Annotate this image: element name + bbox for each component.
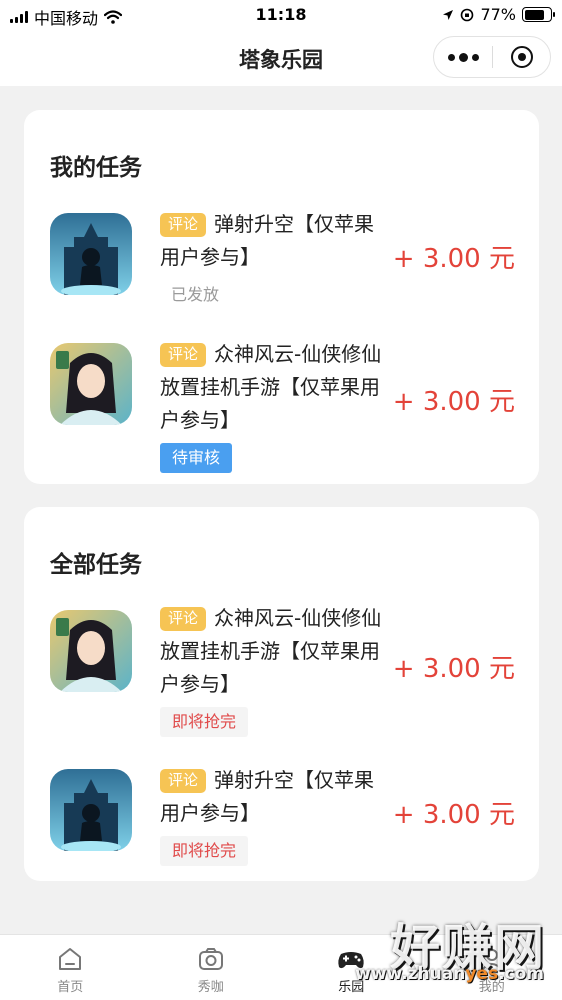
all-tasks-card: 全部任务 评论 众神风云-仙侠修仙放置挂机手游【仅苹果用户参与】 即将抢完 + 3… [24, 507, 539, 881]
comment-tag: 评论 [160, 343, 207, 367]
nav-bar: 塔象乐园 [0, 30, 562, 86]
status-bar: 中国移动 11:18 77% [0, 0, 562, 30]
game-icon-heroine [50, 343, 132, 425]
game-icon-castle [50, 213, 132, 295]
reward-amount: + 3.00 元 [392, 244, 515, 274]
tab-label: 首页 [57, 980, 84, 995]
tab-home[interactable]: 首页 [0, 935, 141, 1000]
status-almost-gone: 即将抢完 [160, 707, 249, 737]
status-issued: 已发放 [171, 285, 220, 304]
battery-icon [522, 7, 555, 22]
task-name: 评论 众神风云-仙侠修仙放置挂机手游【仅苹果用户参与】 [160, 338, 390, 437]
location-arrow-icon [443, 9, 454, 20]
battery-percent: 77% [480, 5, 516, 24]
reward-amount: + 3.00 元 [392, 654, 515, 684]
reward-amount: + 3.00 元 [392, 800, 515, 830]
home-icon [57, 945, 83, 973]
my-tasks-card: 我的任务 评论 弹射升空【仅苹果用户参与】 已发放 + 3.00 元 评论 众神… [24, 110, 539, 484]
task-body: 评论 弹射升空【仅苹果用户参与】 即将抢完 [160, 764, 390, 866]
task-body: 评论 众神风云-仙侠修仙放置挂机手游【仅苹果用户参与】 待审核 [160, 338, 390, 473]
watermark: 好赚网 www.zhuanyes.com [322, 900, 552, 995]
status-pending-review: 待审核 [160, 443, 233, 473]
task-item[interactable]: 评论 众神风云-仙侠修仙放置挂机手游【仅苹果用户参与】 即将抢完 + 3.00 元 [50, 602, 515, 737]
task-item[interactable]: 评论 弹射升空【仅苹果用户参与】 即将抢完 + 3.00 元 [50, 764, 515, 866]
task-name: 评论 弹射升空【仅苹果用户参与】 [160, 764, 390, 830]
more-options-button[interactable] [434, 37, 492, 77]
status-almost-gone: 即将抢完 [160, 836, 249, 866]
rotation-lock-icon [461, 8, 474, 21]
status-right: 77% [442, 5, 555, 24]
target-close-icon [510, 46, 533, 68]
game-icon-heroine [50, 610, 132, 692]
game-icon-castle [50, 769, 132, 851]
comment-tag: 评论 [160, 607, 207, 631]
close-miniprogram-button[interactable] [493, 37, 550, 77]
all-tasks-title: 全部任务 [50, 552, 142, 578]
comment-tag: 评论 [160, 213, 207, 237]
tab-label: 秀咖 [197, 980, 224, 995]
task-name: 评论 弹射升空【仅苹果用户参与】 [160, 208, 390, 274]
task-name: 评论 众神风云-仙侠修仙放置挂机手游【仅苹果用户参与】 [160, 602, 390, 701]
tab-show[interactable]: 秀咖 [141, 935, 282, 1000]
watermark-url: www.zhuanyes.com [355, 964, 544, 984]
camera-icon [198, 945, 224, 973]
my-tasks-title: 我的任务 [50, 155, 142, 181]
miniprogram-capsule [433, 36, 551, 78]
task-item[interactable]: 评论 众神风云-仙侠修仙放置挂机手游【仅苹果用户参与】 待审核 + 3.00 元 [50, 338, 515, 473]
comment-tag: 评论 [160, 769, 207, 793]
reward-amount: + 3.00 元 [392, 387, 515, 417]
task-body: 评论 弹射升空【仅苹果用户参与】 已发放 [160, 208, 390, 310]
task-item[interactable]: 评论 弹射升空【仅苹果用户参与】 已发放 + 3.00 元 [50, 208, 515, 308]
task-body: 评论 众神风云-仙侠修仙放置挂机手游【仅苹果用户参与】 即将抢完 [160, 602, 390, 737]
